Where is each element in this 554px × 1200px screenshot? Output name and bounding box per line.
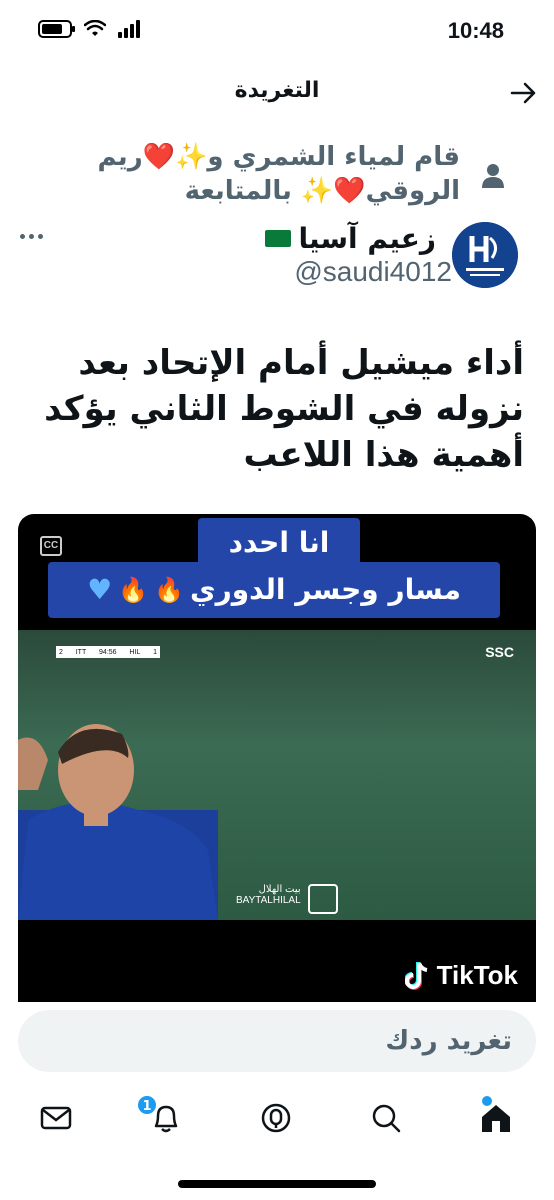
back-arrow-icon[interactable]	[508, 78, 538, 108]
watermark-english: BAYTALHILAL	[236, 895, 301, 906]
alhilal-logo-icon	[452, 222, 518, 288]
signal-icon	[118, 20, 140, 38]
video-caption-text: مسار وجسر الدوري	[189, 573, 461, 606]
video-caption-line2: مسار وجسر الدوري 🔥 🔥 ♥	[48, 562, 500, 618]
watermark-arabic: بيت الهلال	[258, 884, 301, 895]
spaces-icon[interactable]	[258, 1100, 294, 1136]
fire-icon: 🔥	[118, 576, 149, 604]
tiktok-icon	[404, 961, 428, 990]
home-indicator[interactable]	[178, 1180, 376, 1188]
reply-input[interactable]: تغريد ردك	[18, 1010, 536, 1072]
video-frame[interactable]: 2 ITT 94:56 HIL 1 SSC بيت الهلال BAYTALH…	[18, 630, 536, 920]
wifi-icon	[84, 20, 106, 36]
avatar[interactable]	[452, 222, 518, 288]
watermark: بيت الهلال BAYTALHILAL	[236, 884, 301, 906]
score-team2: 1	[153, 648, 157, 656]
author-handle[interactable]: @saudi4012	[294, 256, 452, 288]
more-options-icon[interactable]	[20, 234, 43, 239]
author-name-row[interactable]: زعيم آسيا	[264, 222, 436, 255]
saudi-flag-icon	[264, 230, 291, 247]
blue-heart-icon: ♥	[87, 573, 113, 606]
person-icon	[482, 164, 504, 188]
notification-badge: 1	[136, 1094, 158, 1116]
baytalhilal-logo-icon	[308, 884, 338, 914]
team2-label: HIL	[129, 648, 141, 656]
header: التغريدة	[0, 64, 554, 124]
tiktok-watermark: TikTok	[404, 960, 518, 991]
author-name[interactable]: زعيم آسيا	[299, 222, 436, 255]
mail-icon[interactable]	[38, 1100, 74, 1136]
home-icon[interactable]	[478, 1100, 514, 1136]
tweet-media[interactable]: CC انا احدد مسار وجسر الدوري 🔥 🔥 ♥ 2 ITT…	[18, 514, 536, 1002]
tiktok-label: TikTok	[436, 960, 518, 990]
closed-captions-icon[interactable]: CC	[40, 536, 62, 556]
scoreboard: 2 ITT 94:56 HIL 1	[56, 646, 160, 658]
bottom-nav: 1	[0, 1090, 554, 1150]
player-image	[18, 724, 218, 920]
battery-icon	[38, 20, 75, 38]
channel-logo: SSC	[485, 644, 514, 660]
tweet-text: أداء ميشيل أمام الإتحاد بعد نزوله في الش…	[44, 343, 524, 475]
social-context[interactable]: قام لمياء الشمري و✨❤️ريم الروقي❤️✨ بالمت…	[60, 140, 460, 208]
status-time: 10:48	[447, 18, 504, 43]
search-icon[interactable]	[368, 1100, 404, 1136]
match-time: 94:56	[99, 648, 117, 656]
team1-label: ITT	[75, 648, 87, 656]
score-team1: 2	[59, 648, 63, 656]
status-bar: 10:48	[0, 0, 554, 64]
status-icons	[38, 20, 140, 38]
page-title: التغريدة	[234, 78, 320, 103]
fire-icon: 🔥	[154, 576, 184, 604]
